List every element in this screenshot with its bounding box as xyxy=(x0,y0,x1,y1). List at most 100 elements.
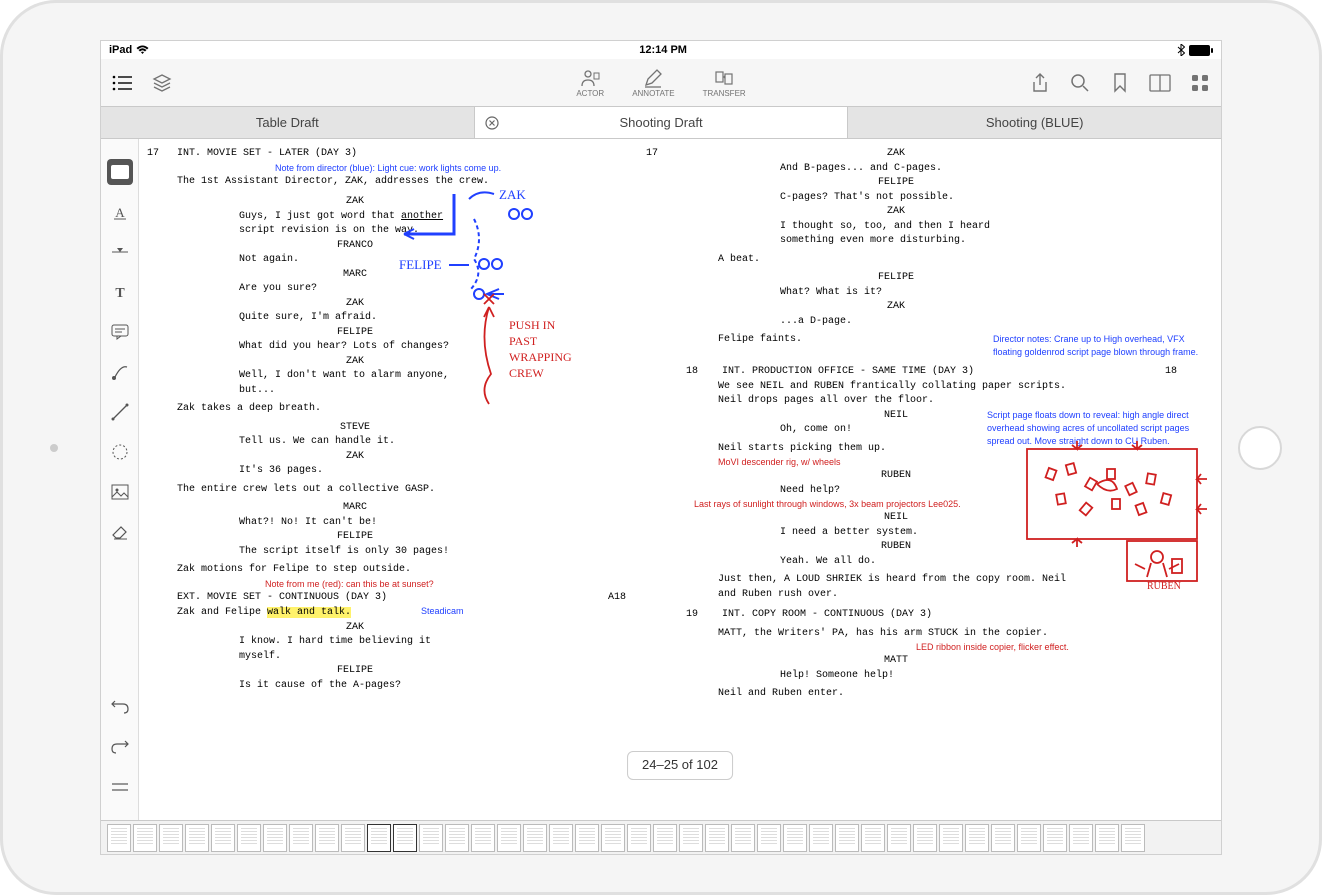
transfer-button[interactable]: TRANSFER xyxy=(703,68,746,98)
close-icon[interactable] xyxy=(485,116,499,130)
dialogue: Help! Someone help! xyxy=(780,669,1020,684)
page-thumb[interactable] xyxy=(887,824,911,852)
character: STEVE xyxy=(265,421,445,436)
share-icon[interactable] xyxy=(1029,72,1051,94)
page-thumb[interactable] xyxy=(731,824,755,852)
line-tool[interactable] xyxy=(107,399,133,425)
shape-tool[interactable] xyxy=(107,439,133,465)
page-thumb[interactable] xyxy=(445,824,469,852)
page-thumb[interactable] xyxy=(705,824,729,852)
page-thumb[interactable] xyxy=(263,824,287,852)
page-thumb[interactable] xyxy=(627,824,651,852)
thumbnail-strip[interactable] xyxy=(101,820,1221,854)
page-thumb[interactable] xyxy=(1095,824,1119,852)
action-line: We see NEIL and RUBEN frantically collat… xyxy=(718,380,1088,409)
image-tool[interactable] xyxy=(107,479,133,505)
grid-icon[interactable] xyxy=(1189,72,1211,94)
list-icon[interactable] xyxy=(111,72,133,94)
page-thumb[interactable] xyxy=(757,824,781,852)
annotate-button[interactable]: ANNOTATE xyxy=(632,68,674,98)
page-thumb[interactable] xyxy=(1121,824,1145,852)
page-thumb[interactable] xyxy=(653,824,677,852)
page-thumb[interactable] xyxy=(1017,824,1041,852)
dialogue: ...a D-page. xyxy=(780,315,1020,330)
page-thumb[interactable] xyxy=(471,824,495,852)
page-thumb[interactable] xyxy=(1043,824,1067,852)
eraser-tool[interactable] xyxy=(107,519,133,545)
character: MATT xyxy=(806,654,986,669)
svg-text:PUSH IN: PUSH IN xyxy=(509,318,556,332)
dialogue: I know. I hard time believing it myself. xyxy=(239,635,479,664)
red-note: Last rays of sunlight through windows, 3… xyxy=(694,498,1207,511)
page-thumb[interactable] xyxy=(159,824,183,852)
character: FELIPE xyxy=(265,530,445,545)
page-thumb[interactable] xyxy=(809,824,833,852)
red-note: MoVI descender rig, w/ wheels xyxy=(718,456,1207,469)
action-line: Zak takes a deep breath. xyxy=(177,402,547,417)
page-thumb[interactable] xyxy=(497,824,521,852)
page-thumb[interactable] xyxy=(523,824,547,852)
redo-tool[interactable] xyxy=(107,734,133,760)
dialogue: Not again. xyxy=(239,253,479,268)
tab-shooting-draft[interactable]: Shooting Draft xyxy=(475,107,849,138)
text-style-tool[interactable]: A xyxy=(107,199,133,225)
tab-label: Shooting Draft xyxy=(619,115,702,130)
page-thumb[interactable] xyxy=(237,824,261,852)
page-thumb[interactable] xyxy=(965,824,989,852)
script-viewport[interactable]: 17 17 INT. MOVIE SET - LATER (DAY 3) Not… xyxy=(139,139,1221,820)
page-thumb[interactable] xyxy=(289,824,313,852)
actor-button[interactable]: ACTOR xyxy=(576,68,604,98)
character: FELIPE xyxy=(806,271,986,286)
annotation-sidebar: A A T xyxy=(101,139,139,820)
page-thumb[interactable] xyxy=(133,824,157,852)
page-thumb[interactable] xyxy=(939,824,963,852)
page-thumb[interactable] xyxy=(835,824,859,852)
page-thumb-current[interactable] xyxy=(367,824,391,852)
home-button[interactable] xyxy=(1238,426,1282,470)
character: ZAK xyxy=(265,450,445,465)
action-line: Just then, A LOUD SHRIEK is heard from t… xyxy=(718,573,1088,602)
search-icon[interactable] xyxy=(1069,72,1091,94)
dialogue: What did you hear? Lots of changes? xyxy=(239,340,479,355)
director-note: Script page floats down to reveal: high … xyxy=(987,409,1197,448)
highlight-tool[interactable]: A xyxy=(107,159,133,185)
svg-text:A: A xyxy=(115,205,125,220)
page-thumb[interactable] xyxy=(341,824,365,852)
action-line: The 1st Assistant Director, ZAK, address… xyxy=(177,175,547,190)
tab-shooting-blue[interactable]: Shooting (BLUE) xyxy=(848,107,1221,138)
page-thumb[interactable] xyxy=(991,824,1015,852)
wifi-icon xyxy=(136,45,149,55)
page-thumb[interactable] xyxy=(185,824,209,852)
page-thumb[interactable] xyxy=(1069,824,1093,852)
page-thumb[interactable] xyxy=(575,824,599,852)
page-thumb[interactable] xyxy=(679,824,703,852)
book-icon[interactable] xyxy=(1149,72,1171,94)
dialogue: I need a better system. xyxy=(780,526,1020,541)
script-page-right: ZAK And B-pages... and C-pages. FELIPE C… xyxy=(680,139,1221,820)
page-indicator: 24–25 of 102 xyxy=(627,751,733,780)
layers-icon[interactable] xyxy=(151,72,173,94)
page-thumb[interactable] xyxy=(315,824,339,852)
page-thumb[interactable] xyxy=(549,824,573,852)
tab-table-draft[interactable]: Table Draft xyxy=(101,107,475,138)
page-thumb[interactable] xyxy=(913,824,937,852)
text-tool[interactable]: T xyxy=(107,279,133,305)
undo-tool[interactable] xyxy=(107,694,133,720)
pen-tool[interactable] xyxy=(107,359,133,385)
page-thumb[interactable] xyxy=(211,824,235,852)
note-tool[interactable] xyxy=(107,319,133,345)
dialogue: C-pages? That's not possible. xyxy=(780,191,1020,206)
dialogue: script revision is on the way. xyxy=(239,224,479,239)
page-thumb[interactable] xyxy=(107,824,131,852)
character: ZAK xyxy=(265,195,445,210)
page-thumb-current[interactable] xyxy=(393,824,417,852)
page-thumb[interactable] xyxy=(601,824,625,852)
menu-tool[interactable] xyxy=(107,774,133,800)
dialogue: Well, I don't want to alarm anyone, but.… xyxy=(239,369,479,398)
page-thumb[interactable] xyxy=(419,824,443,852)
page-thumb[interactable] xyxy=(861,824,885,852)
page-thumb[interactable] xyxy=(783,824,807,852)
action-line: MATT, the Writers' PA, has his arm STUCK… xyxy=(718,627,1088,642)
bookmark-icon[interactable] xyxy=(1109,72,1131,94)
marker-tool[interactable] xyxy=(107,239,133,265)
